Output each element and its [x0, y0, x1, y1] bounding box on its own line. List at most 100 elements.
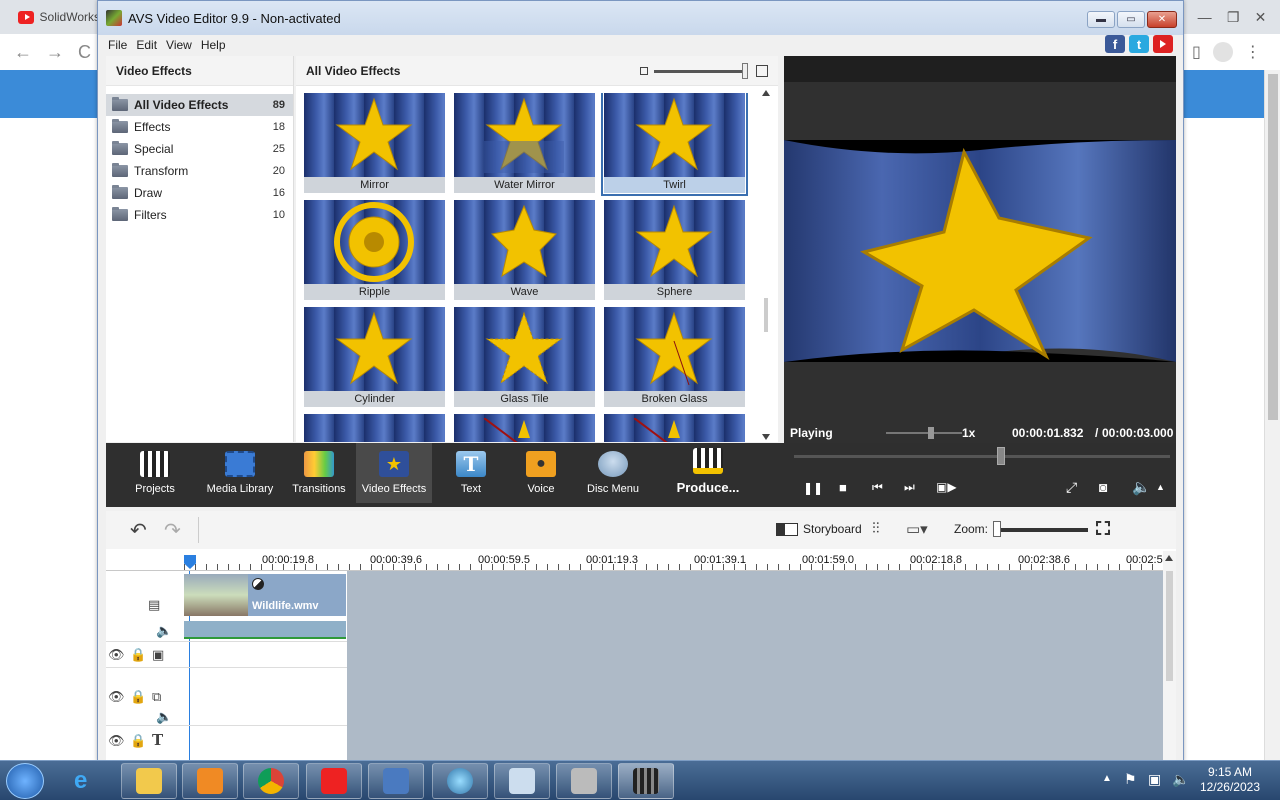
show-hidden-icons[interactable]: ▲ [1102, 773, 1112, 784]
small-thumbnails-icon[interactable] [640, 67, 648, 75]
volume-muted-icon[interactable]: 🔈 [1172, 771, 1189, 788]
large-thumbnails-icon[interactable] [756, 65, 768, 77]
timeline-scroll-thumb[interactable] [1166, 571, 1173, 681]
taskbar-explorer[interactable] [121, 763, 177, 799]
category-special[interactable]: Special 25 [106, 138, 293, 160]
more-menu-icon[interactable]: ⋮ [1245, 42, 1261, 62]
category-transform[interactable]: Transform 20 [106, 160, 293, 182]
minimize-button[interactable]: ▬ [1087, 11, 1115, 28]
effect-tile-broken-glass[interactable]: Broken Glass [604, 307, 745, 407]
browser-minimize-icon[interactable]: — [1198, 9, 1212, 25]
effects-scroll-thumb[interactable] [764, 298, 768, 332]
effect-tile-partial[interactable] [304, 414, 445, 442]
preview-video[interactable] [784, 140, 1176, 362]
forward-icon[interactable]: → [46, 42, 64, 63]
effect-tile-partial[interactable] [454, 414, 595, 442]
thumbnail-size-handle[interactable] [742, 63, 748, 79]
overlay-audio-icon[interactable]: 🔈 [156, 709, 172, 725]
effect-tile-ripple[interactable]: Ripple [304, 200, 445, 300]
taskbar-app-snowflake[interactable] [432, 763, 488, 799]
storyboard-icon[interactable] [776, 523, 798, 536]
browser-tab[interactable]: SolidWorks [0, 0, 100, 34]
taskbar-app-eyes[interactable] [494, 763, 550, 799]
effect-tile-wave[interactable]: Wave [454, 200, 595, 300]
volume-icon[interactable]: 🔈 [1132, 478, 1151, 496]
produce-button[interactable]: Produce... [672, 443, 744, 503]
seek-handle[interactable] [996, 447, 1005, 465]
browser-restore-icon[interactable]: ❐ [1227, 9, 1240, 26]
stop-icon[interactable]: ■ [839, 480, 847, 495]
next-frame-icon[interactable]: ⏭ [904, 480, 915, 495]
action-center-icon[interactable]: ⚑ [1124, 771, 1137, 788]
system-clock[interactable]: 9:15 AM 12/26/2023 [1200, 765, 1260, 795]
voice-button[interactable]: ● Voice [516, 443, 566, 503]
category-draw[interactable]: Draw 16 [106, 182, 293, 204]
scroll-down-icon[interactable] [762, 434, 770, 440]
scroll-up-icon[interactable] [762, 90, 770, 96]
taskbar-network[interactable] [368, 763, 424, 799]
media-library-button[interactable]: Media Library [198, 443, 282, 503]
fullscreen-icon[interactable]: ⤢ [1066, 479, 1077, 496]
taskbar-youtube[interactable] [306, 763, 362, 799]
effect-tile-sphere[interactable]: Sphere [604, 200, 745, 300]
internet-explorer-icon[interactable]: e [74, 767, 87, 795]
redo-icon[interactable]: ↷ [164, 518, 181, 543]
twitter-icon[interactable]: t [1129, 35, 1149, 53]
effect-tile-water-mirror[interactable]: Water Mirror [454, 93, 595, 193]
timeline-scrollbar[interactable] [1163, 551, 1176, 761]
close-button[interactable]: ✕ [1147, 11, 1177, 28]
audio-clip[interactable] [184, 621, 346, 639]
clip-effect-icon[interactable] [252, 578, 264, 590]
projects-button[interactable]: Projects [126, 443, 184, 503]
browser-scrollbar[interactable] [1264, 70, 1280, 760]
speed-slider[interactable] [886, 432, 962, 434]
browser-scroll-thumb[interactable] [1268, 74, 1278, 420]
visibility-eye-icon[interactable]: 👁 [108, 733, 125, 749]
lock-icon[interactable]: 🔒 [130, 689, 146, 705]
category-filters[interactable]: Filters 10 [106, 204, 293, 226]
zoom-slider[interactable] [996, 528, 1088, 532]
play-selection-icon[interactable]: ▣▶ [936, 480, 957, 494]
previous-frame-icon[interactable]: ⏮ [872, 480, 883, 495]
menu-file[interactable]: File [108, 38, 127, 52]
side-panel-icon[interactable]: ▯ [1192, 42, 1201, 62]
category-effects[interactable]: Effects 18 [106, 116, 293, 138]
monitor-icon[interactable]: ▭▾ [906, 520, 928, 538]
fit-zoom-icon[interactable] [1096, 521, 1110, 535]
effect-tile-glass-tile[interactable]: Glass Tile [454, 307, 595, 407]
menu-edit[interactable]: Edit [136, 38, 157, 52]
menu-help[interactable]: Help [201, 38, 226, 52]
taskbar-chrome[interactable] [243, 763, 299, 799]
undo-icon[interactable]: ↶ [130, 518, 147, 543]
audio-mixer-icon[interactable]: ⫶⫶ [872, 520, 880, 537]
lock-icon[interactable]: 🔒 [130, 733, 146, 749]
reload-icon[interactable]: C [78, 42, 91, 63]
volume-arrow-icon[interactable]: ▲ [1156, 482, 1165, 492]
profile-icon[interactable] [1212, 42, 1233, 62]
category-all-video-effects[interactable]: All Video Effects 89 [106, 94, 293, 116]
effects-scrollbar[interactable] [758, 86, 774, 442]
effect-tile-mirror[interactable]: Mirror [304, 93, 445, 193]
menu-view[interactable]: View [166, 38, 192, 52]
disc-menu-button[interactable]: Disc Menu [580, 443, 646, 503]
seek-bar[interactable] [794, 455, 1170, 458]
taskbar-avs-video-editor[interactable] [618, 763, 674, 799]
transitions-button[interactable]: Transitions [286, 443, 352, 503]
maximize-button[interactable]: ▭ [1117, 11, 1145, 28]
effect-tile-twirl[interactable]: Twirl [601, 93, 748, 196]
timeline-ruler[interactable]: 00:00:19.8 00:00:39.6 00:00:59.5 00:01:1… [106, 549, 1176, 571]
video-clip[interactable]: Wildlife.wmv [184, 574, 346, 616]
text-button[interactable]: T Text [446, 443, 496, 503]
youtube-icon[interactable] [1153, 35, 1173, 53]
effect-tile-partial[interactable] [604, 414, 745, 442]
network-status-icon[interactable]: ▣ [1148, 771, 1161, 788]
title-bar[interactable]: AVS Video Editor 9.9 - Non-activated ▬ ▭… [98, 1, 1183, 35]
thumbnail-size-slider[interactable] [654, 70, 744, 73]
facebook-icon[interactable]: f [1105, 35, 1125, 53]
taskbar-app-device[interactable] [556, 763, 612, 799]
start-button[interactable] [6, 763, 44, 799]
speed-slider-handle[interactable] [928, 427, 934, 439]
audio-track-icon[interactable]: 🔈 [156, 623, 172, 639]
browser-close-icon[interactable]: ✕ [1255, 9, 1267, 26]
effect-tile-cylinder[interactable]: Cylinder [304, 307, 445, 407]
